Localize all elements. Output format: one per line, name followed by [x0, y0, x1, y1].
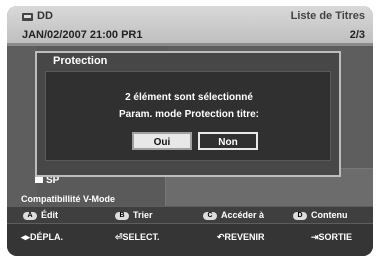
arrows-icon: ◂▸ — [21, 232, 31, 242]
protection-dialog: Protection 2 élément sont sélectionné Pa… — [35, 51, 341, 177]
nav-move-label: DÉPLA. — [30, 232, 64, 242]
compatibility-label: Compatibillité V-Mode — [21, 194, 116, 204]
dialog-body: 2 élément sont sélectionné Param. mode P… — [45, 71, 331, 161]
screen-title: Liste de Titres — [290, 10, 365, 22]
key-d-content[interactable]: D Contenu — [293, 210, 348, 220]
header: DD Liste de Titres JAN/02/2007 21:00 PR1… — [7, 6, 373, 46]
device-title: DD — [37, 10, 53, 22]
nav-return-label: REVENIR — [224, 232, 265, 242]
dialog-title: Protection — [53, 55, 108, 67]
dialog-message-line2: Param. mode Protection titre: — [118, 109, 260, 120]
key-d-label: Contenu — [311, 210, 348, 220]
nav-exit-label: SORTIE — [318, 232, 353, 242]
nav-exit[interactable]: ⇥SORTIE — [311, 232, 352, 243]
nav-select: ⏎SELECT. — [115, 232, 160, 243]
dialog-buttons: Oui Non — [46, 132, 332, 152]
key-b-label: Trier — [133, 210, 153, 220]
key-c-goto[interactable]: C Accéder à — [203, 210, 264, 220]
return-icon: ↶ — [217, 232, 225, 242]
color-key-bar: A Édit B Trier C Accéder à D Contenu — [7, 207, 373, 223]
nav-select-label: SELECT. — [122, 232, 160, 242]
key-c-icon: C — [203, 211, 217, 220]
nav-return[interactable]: ↶REVENIR — [217, 232, 265, 243]
yes-button[interactable]: Oui — [132, 132, 192, 150]
key-b-icon: B — [115, 211, 129, 220]
nav-move: ◂▸DÉPLA. — [21, 232, 63, 243]
no-button[interactable]: Non — [198, 132, 258, 150]
record-mode-icon — [35, 177, 43, 184]
exit-icon: ⇥ — [311, 232, 319, 242]
screen: DD Liste de Titres JAN/02/2007 21:00 PR1… — [0, 0, 381, 262]
key-d-icon: D — [293, 211, 307, 220]
key-a-label: Édit — [41, 210, 58, 220]
datetime-label: JAN/02/2007 21:00 PR1 — [22, 29, 143, 41]
key-b-sort[interactable]: B Trier — [115, 210, 153, 220]
disc-icon — [22, 13, 33, 21]
enter-icon: ⏎ — [115, 232, 123, 242]
key-c-label: Accéder à — [221, 210, 265, 220]
page-indicator: 2/3 — [349, 29, 365, 41]
dialog-message-line1: 2 élément sont sélectionné — [125, 92, 253, 103]
key-a-icon: A — [23, 211, 37, 220]
navigation-bar: ◂▸DÉPLA. ⏎SELECT. ↶REVENIR ⇥SORTIE — [7, 224, 373, 256]
key-a-edit[interactable]: A Édit — [23, 210, 58, 220]
